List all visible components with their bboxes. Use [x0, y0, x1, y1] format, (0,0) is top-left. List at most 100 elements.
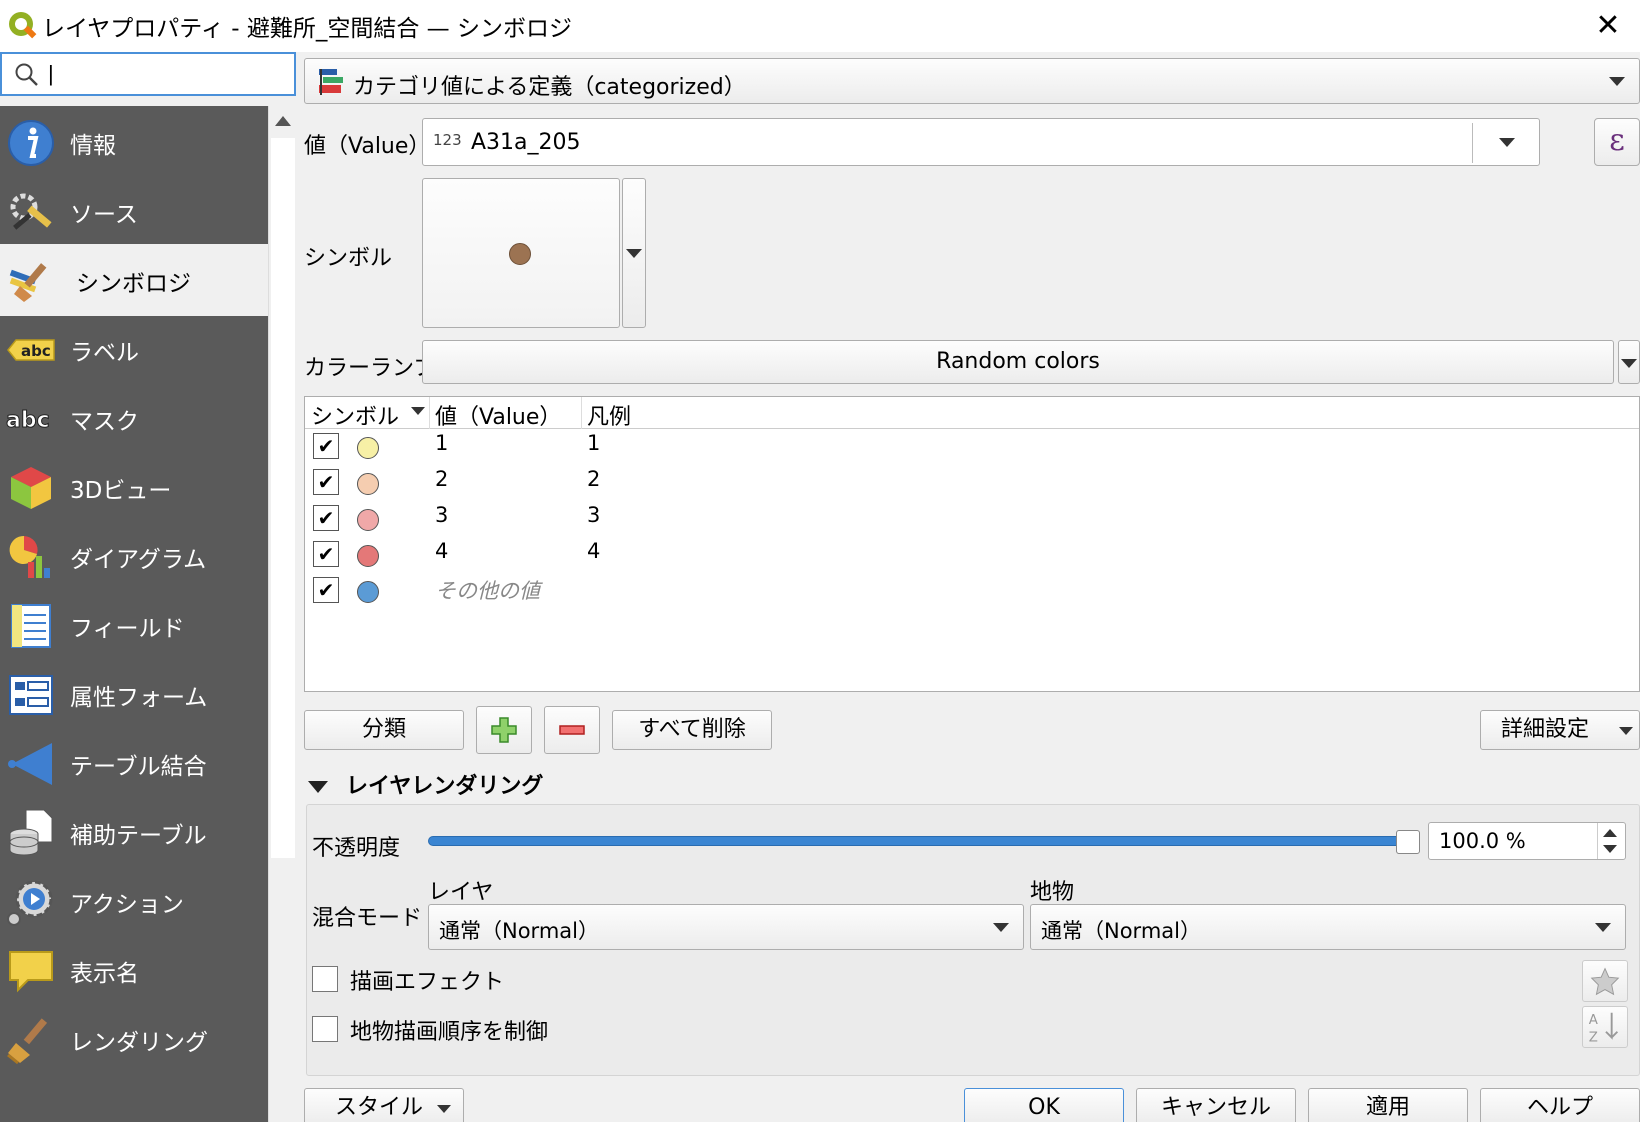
renderer-type-select[interactable]: カテゴリ値による定義（categorized）	[304, 58, 1640, 104]
delete-all-button[interactable]: すべて削除	[612, 710, 772, 750]
add-category-button[interactable]	[476, 706, 532, 754]
auxiliary-storage-icon	[9, 809, 53, 856]
attribute-form-icon	[9, 675, 53, 715]
sidebar-item-label: シンボロジ	[76, 271, 191, 297]
category-symbol[interactable]	[357, 581, 379, 603]
opacity-slider[interactable]	[428, 836, 1412, 846]
search-input[interactable]	[48, 58, 288, 90]
row-checkbox[interactable]: ✔	[313, 433, 339, 459]
delete-category-button[interactable]	[544, 706, 600, 754]
svg-text:abc: abc	[6, 408, 50, 433]
expression-button[interactable]: ε	[1594, 118, 1640, 166]
opacity-spinbox[interactable]: 100.0 %	[1428, 822, 1626, 860]
cube-3d-icon	[11, 467, 51, 509]
svg-text:Z: Z	[1589, 1030, 1598, 1045]
search-box[interactable]	[0, 52, 296, 96]
table-row[interactable]: ✔ 4 4	[305, 537, 1639, 573]
feature-order-button[interactable]: AZ	[1582, 1006, 1628, 1048]
row-checkbox[interactable]: ✔	[313, 577, 339, 603]
layer-rendering-header[interactable]: レイヤレンダリング	[308, 768, 543, 800]
display-speech-icon	[9, 951, 53, 993]
sidebar-item-mask[interactable]: abc マスク	[0, 382, 268, 454]
effects-button[interactable]	[1582, 960, 1628, 1002]
sidebar-item-actions[interactable]: アクション	[0, 865, 268, 937]
draw-effects-checkbox[interactable]	[312, 966, 338, 992]
sidebar-item-3dview[interactable]: 3Dビュー	[0, 451, 268, 523]
opacity-value: 100.0 %	[1439, 829, 1526, 853]
sidebar-item-source[interactable]: ソース	[0, 175, 268, 247]
table-row[interactable]: ✔ 1 1	[305, 429, 1639, 465]
symbol-preview	[509, 243, 531, 265]
style-button[interactable]: スタイル	[304, 1088, 464, 1122]
paintbrush-icon	[9, 263, 47, 302]
mask-abc-icon: abc	[6, 408, 50, 434]
chevron-down-icon	[1499, 138, 1515, 147]
ok-button[interactable]: OK	[964, 1088, 1124, 1122]
feature-blend-select[interactable]: 通常（Normal）	[1030, 904, 1626, 950]
category-value: 1	[435, 431, 449, 455]
category-symbol[interactable]	[357, 545, 379, 567]
sidebar-item-fields[interactable]: フィールド	[0, 589, 268, 661]
sidebar-item-label: ダイアグラム	[70, 547, 207, 573]
column-header-symbol[interactable]: シンボル	[311, 399, 429, 430]
value-field-select[interactable]: 123 A31a_205	[422, 118, 1540, 166]
sidebar-item-label: ソース	[70, 202, 138, 228]
cancel-button[interactable]: キャンセル	[1136, 1088, 1296, 1122]
sidebar-item-auxiliary[interactable]: 補助テーブル	[0, 796, 268, 868]
sidebar-item-attribute-form[interactable]: 属性フォーム	[0, 658, 268, 730]
sidebar-item-label: 表示名	[70, 961, 139, 987]
apply-button[interactable]: 適用	[1308, 1088, 1468, 1122]
color-ramp-menu-button[interactable]	[1618, 340, 1640, 384]
help-button[interactable]: ヘルプ	[1480, 1088, 1640, 1122]
svg-text:A: A	[1589, 1013, 1598, 1028]
chevron-down-icon	[1595, 923, 1611, 932]
spin-up-icon[interactable]	[1603, 829, 1617, 837]
layer-blend-select[interactable]: 通常（Normal）	[428, 904, 1024, 950]
scroll-thumb[interactable]	[271, 138, 295, 858]
category-symbol[interactable]	[357, 473, 379, 495]
scroll-up-icon[interactable]	[275, 116, 291, 126]
advanced-button[interactable]: 詳細設定	[1480, 710, 1640, 750]
sidebar-item-rendering[interactable]: レンダリング	[0, 1003, 268, 1075]
category-legend: 4	[587, 539, 601, 563]
window-title: レイヤプロパティ - 避難所_空間結合 — シンボロジ	[42, 16, 572, 42]
sidebar-item-label: アクション	[70, 892, 184, 918]
star-icon	[1590, 967, 1620, 996]
symbol-menu-button[interactable]	[622, 178, 646, 328]
sidebar-item-labels[interactable]: abc ラベル	[0, 313, 268, 385]
sidebar-item-joins[interactable]: テーブル結合	[0, 727, 268, 799]
table-row[interactable]: ✔ 2 2	[305, 465, 1639, 501]
title-bar: レイヤプロパティ - 避難所_空間結合 — シンボロジ ✕	[0, 0, 1640, 52]
value-label: 値（Value）	[304, 134, 431, 159]
sidebar-item-label: 3Dビュー	[70, 478, 172, 504]
chevron-down-icon	[1609, 77, 1625, 86]
classify-button[interactable]: 分類	[304, 710, 464, 750]
category-value: 3	[435, 503, 449, 527]
table-row[interactable]: ✔ その他の値	[305, 573, 1639, 609]
row-checkbox[interactable]: ✔	[313, 469, 339, 495]
sidebar-item-diagram[interactable]: ダイアグラム	[0, 520, 268, 592]
color-ramp-button[interactable]: Random colors	[422, 340, 1614, 384]
sidebar-item-display[interactable]: 表示名	[0, 934, 268, 1006]
sidebar-item-info[interactable]: 情報	[0, 106, 268, 178]
row-checkbox[interactable]: ✔	[313, 505, 339, 531]
sidebar-item-symbology[interactable]: シンボロジ	[0, 244, 268, 316]
sidebar-scrollbar[interactable]	[268, 106, 296, 1122]
category-table[interactable]: シンボル 値（Value） 凡例 ✔ 1 1 ✔ 2 2 ✔ 3 3 ✔ 4 4…	[304, 396, 1640, 692]
column-header-legend[interactable]: 凡例	[587, 399, 631, 430]
category-value: その他の値	[435, 579, 540, 603]
opacity-slider-handle[interactable]	[1396, 830, 1420, 854]
row-checkbox[interactable]: ✔	[313, 541, 339, 567]
feature-order-checkbox[interactable]	[312, 1016, 338, 1042]
spin-down-icon[interactable]	[1603, 845, 1617, 853]
info-icon	[8, 120, 54, 166]
sidebar-item-label: レンダリング	[70, 1030, 208, 1056]
category-symbol[interactable]	[357, 437, 379, 459]
categorized-renderer-icon	[319, 69, 343, 95]
table-row[interactable]: ✔ 3 3	[305, 501, 1639, 537]
rendering-brush-icon	[7, 1018, 48, 1065]
close-icon[interactable]: ✕	[1590, 8, 1626, 44]
symbol-button[interactable]	[422, 178, 620, 328]
column-header-value[interactable]: 値（Value）	[435, 399, 561, 430]
category-symbol[interactable]	[357, 509, 379, 531]
